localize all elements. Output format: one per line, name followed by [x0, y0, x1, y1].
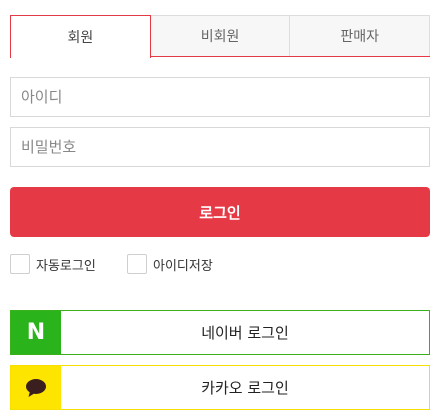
naver-login-label: 네이버 로그인	[201, 324, 289, 342]
kakao-speech-bubble-icon	[11, 366, 61, 409]
tab-seller[interactable]: 판매자	[290, 15, 431, 56]
naver-logo-letter: N	[26, 320, 46, 345]
naver-n-icon: N	[11, 311, 61, 354]
checkbox-icon[interactable]	[127, 254, 147, 274]
login-tabs: 회원 비회원 판매자	[10, 15, 431, 58]
save-id-label: 아이디저장	[153, 258, 213, 274]
save-id-checkbox[interactable]: 아이디저장	[127, 253, 213, 275]
checkbox-icon[interactable]	[10, 254, 30, 274]
auto-login-checkbox[interactable]: 자동로그인	[10, 253, 96, 275]
kakao-login-button[interactable]: 카카오 로그인	[10, 365, 430, 410]
tab-member[interactable]: 회원	[10, 15, 151, 58]
login-button[interactable]: 로그인	[10, 187, 430, 237]
tab-non-member[interactable]: 비회원	[150, 15, 291, 56]
auto-login-label: 자동로그인	[36, 258, 96, 274]
naver-login-button[interactable]: N 네이버 로그인	[10, 310, 430, 355]
kakao-login-label: 카카오 로그인	[201, 379, 289, 397]
speech-bubble-icon	[26, 378, 46, 397]
id-input[interactable]	[10, 77, 430, 117]
password-input[interactable]	[10, 127, 430, 167]
